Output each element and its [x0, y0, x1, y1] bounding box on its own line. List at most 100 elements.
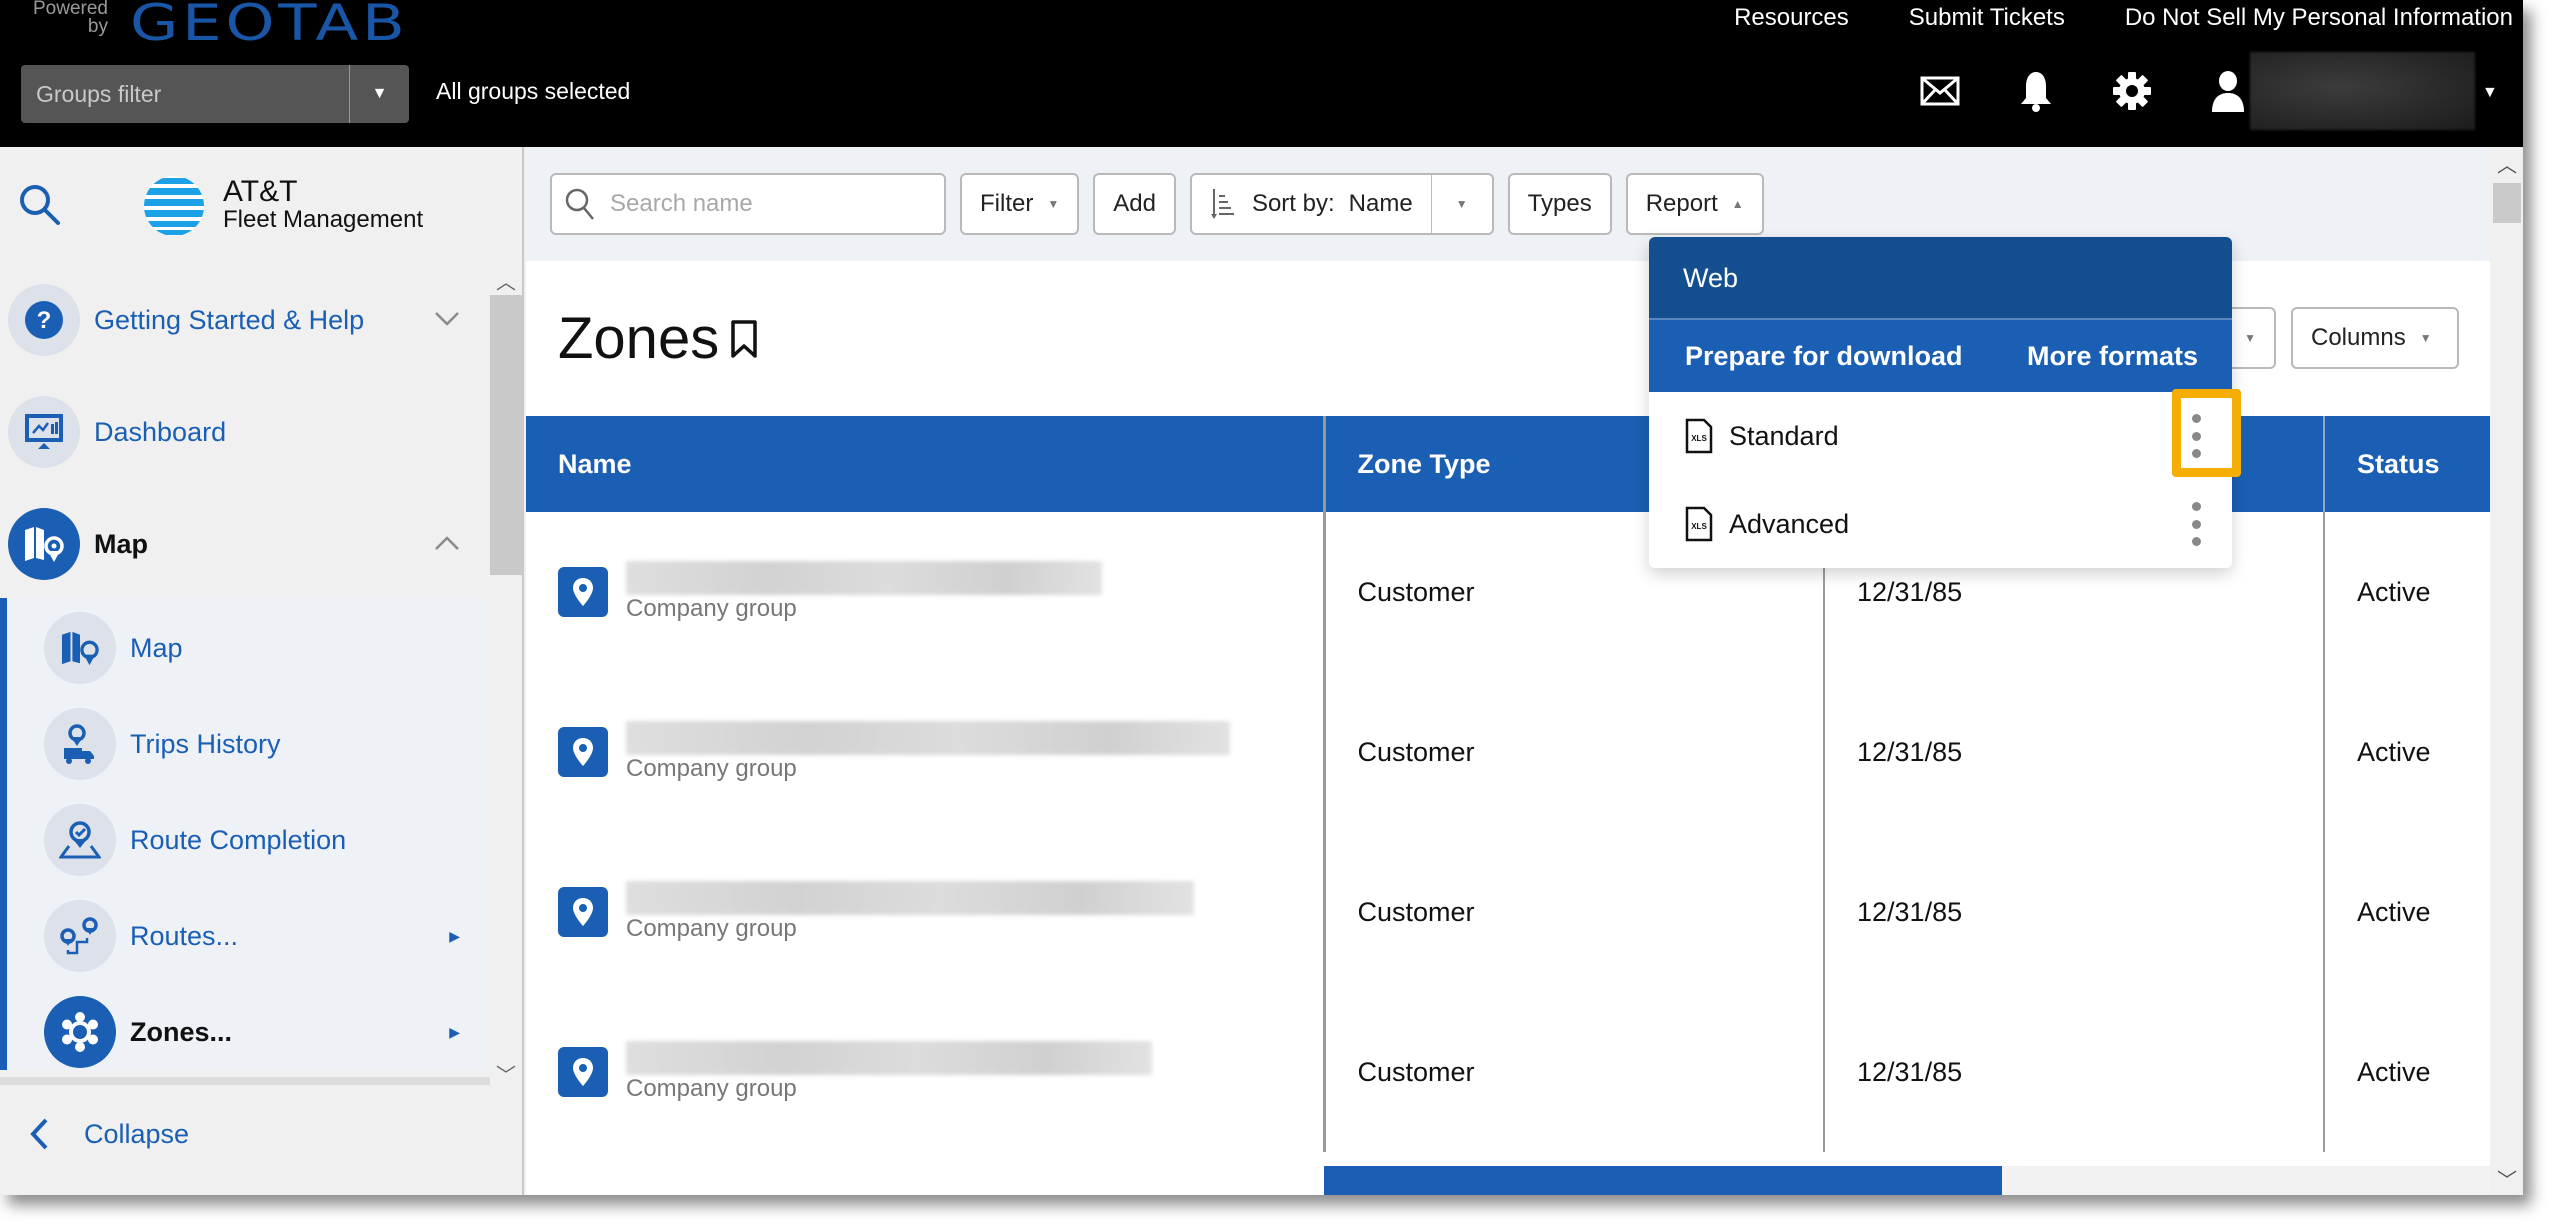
dashboard-icon	[8, 396, 80, 468]
zone-name-redacted[interactable]	[626, 1041, 1152, 1075]
columns-button[interactable]: Columns ▼	[2291, 307, 2459, 369]
search-input[interactable]: Search name	[550, 173, 946, 235]
sidebar-scrollbar[interactable]: ︿ ﹀	[490, 270, 522, 1087]
user-menu-caret-icon[interactable]: ▼	[2482, 84, 2498, 102]
column-header-status[interactable]: Status	[2324, 416, 2490, 512]
table-row[interactable]: Company group Customer 12/31/85 Active	[526, 832, 2490, 992]
types-button[interactable]: Types	[1507, 173, 1612, 235]
report-button[interactable]: Report ▲	[1625, 173, 1764, 235]
page-scroll-thumb[interactable]	[2493, 183, 2521, 223]
sidebar-item-label: Dashboard	[94, 416, 227, 447]
sidebar-scroll-thumb[interactable]	[490, 295, 522, 575]
scroll-down-icon[interactable]: ﹀	[496, 1059, 516, 1088]
caret-down-icon: ▼	[1455, 197, 1468, 211]
table-row[interactable]: Company group Customer 12/31/85 Active	[526, 672, 2490, 832]
help-icon: ?	[8, 284, 80, 356]
page-title-text: Zones	[558, 306, 720, 371]
report-item-label: Advanced	[1729, 508, 1850, 539]
table-horizontal-scroll-thumb[interactable]	[1324, 1166, 2002, 1195]
sidebar-subitem-map[interactable]: Map	[7, 598, 490, 698]
sidebar-item-map-group[interactable]: Map	[0, 494, 490, 594]
map-submenu: Map Trips History Route Completion Route…	[0, 598, 490, 1070]
report-menu-actions: Prepare for download More formats	[1649, 320, 2232, 392]
sidebar-subitem-route-completion[interactable]: Route Completion	[7, 790, 490, 890]
do-not-sell-link[interactable]: Do Not Sell My Personal Information	[2125, 4, 2513, 32]
groups-filter[interactable]: Groups filter ▼	[21, 65, 409, 123]
groups-filter-input[interactable]: Groups filter	[21, 65, 349, 123]
trips-history-icon	[44, 708, 116, 780]
svg-text:XLS: XLS	[1691, 522, 1707, 531]
groups-filter-dropdown-button[interactable]: ▼	[349, 65, 409, 123]
sidebar-item-getting-started[interactable]: ? Getting Started & Help	[0, 270, 490, 370]
scroll-up-icon[interactable]: ︿	[496, 266, 516, 295]
status-cell: Active	[2357, 1056, 2431, 1087]
sidebar-item-label: Map	[130, 632, 183, 663]
prepare-for-download-button[interactable]: Prepare for download	[1685, 341, 1963, 372]
date-cell: 12/31/85	[1824, 672, 2325, 832]
gear-icon	[2113, 72, 2151, 110]
scroll-up-icon[interactable]: ︿	[2497, 149, 2517, 178]
bell-icon	[2021, 72, 2051, 112]
sort-button[interactable]: Sort by: Name	[1192, 175, 1432, 233]
sidebar-item-label: Getting Started & Help	[94, 304, 365, 335]
sidebar-subitem-trips-history[interactable]: Trips History	[7, 694, 490, 794]
add-button[interactable]: Add	[1093, 173, 1176, 235]
more-formats-button[interactable]: More formats	[2027, 341, 2198, 372]
sidebar-item-label: Zones...	[130, 1016, 233, 1047]
status-cell: Active	[2357, 576, 2431, 607]
resources-link[interactable]: Resources	[1734, 4, 1849, 32]
submit-tickets-link[interactable]: Submit Tickets	[1909, 4, 2065, 32]
sidebar: AT&T Fleet Management ? Getting Started …	[0, 147, 524, 1195]
chevron-up-icon[interactable]	[434, 531, 460, 557]
report-item-advanced[interactable]: XLS Advanced	[1649, 480, 2232, 568]
date-cell: 12/31/85	[1824, 832, 2325, 992]
date-cell: 12/31/85	[1824, 992, 2325, 1152]
caret-right-icon: ▶	[449, 1023, 460, 1040]
zone-group: Company group	[626, 755, 797, 782]
sidebar-subitem-zones[interactable]: Zones... ▶	[7, 982, 490, 1070]
sidebar-subitem-routes[interactable]: Routes... ▶	[7, 886, 490, 986]
routes-icon	[44, 900, 116, 972]
sidebar-search-button[interactable]	[18, 183, 62, 232]
scroll-down-icon[interactable]: ﹀	[2497, 1164, 2517, 1193]
map-icon	[44, 612, 116, 684]
xls-file-icon: XLS	[1685, 418, 1713, 454]
report-item-standard[interactable]: XLS Standard	[1649, 389, 2241, 480]
chevron-down-icon[interactable]	[434, 307, 460, 333]
zone-name-redacted[interactable]	[626, 881, 1194, 915]
att-globe-icon	[144, 176, 204, 236]
add-label: Add	[1113, 190, 1156, 217]
sidebar-divider	[0, 1077, 490, 1085]
more-options-icon[interactable]	[2190, 502, 2202, 546]
zones-icon	[44, 996, 116, 1068]
svg-text:XLS: XLS	[1691, 434, 1707, 443]
logo-line-1: AT&T	[223, 175, 298, 208]
table-horizontal-scrollbar[interactable]	[1324, 1166, 2490, 1195]
zone-pin-icon	[558, 567, 608, 617]
user-menu-button[interactable]	[2203, 66, 2253, 116]
zone-type-cell: Customer	[1324, 992, 1825, 1152]
sort-value: Name	[1348, 190, 1413, 217]
settings-button[interactable]	[2107, 66, 2157, 116]
user-name-redacted[interactable]	[2250, 52, 2475, 130]
app-window: Powered by GEOTAB Resources Submit Ticke…	[0, 0, 2523, 1195]
report-menu-section-web: Web	[1649, 237, 2232, 320]
table-row[interactable]: Company group Customer 12/31/85 Active	[526, 992, 2490, 1152]
sort-dropdown-button[interactable]: ▼	[1432, 175, 1492, 233]
column-header-name[interactable]: Name	[526, 416, 1326, 512]
top-icons	[1915, 66, 2299, 116]
zone-group: Company group	[626, 915, 797, 942]
page-vertical-scrollbar[interactable]: ︿ ﹀	[2490, 147, 2523, 1195]
collapse-button[interactable]: Collapse	[28, 1117, 189, 1151]
zone-type-cell: Customer	[1324, 832, 1825, 992]
sort-control[interactable]: Sort by: Name ▼	[1189, 173, 1494, 235]
types-label: Types	[1527, 190, 1592, 217]
zone-name-redacted[interactable]	[626, 721, 1230, 755]
filter-button[interactable]: Filter ▼	[960, 173, 1080, 235]
bookmark-icon[interactable]	[729, 319, 759, 359]
zone-name-redacted[interactable]	[626, 561, 1102, 595]
caret-down-icon: ▼	[2419, 331, 2432, 345]
notifications-button[interactable]	[2011, 66, 2061, 116]
messages-button[interactable]	[1915, 66, 1965, 116]
sidebar-item-dashboard[interactable]: Dashboard	[0, 382, 490, 482]
